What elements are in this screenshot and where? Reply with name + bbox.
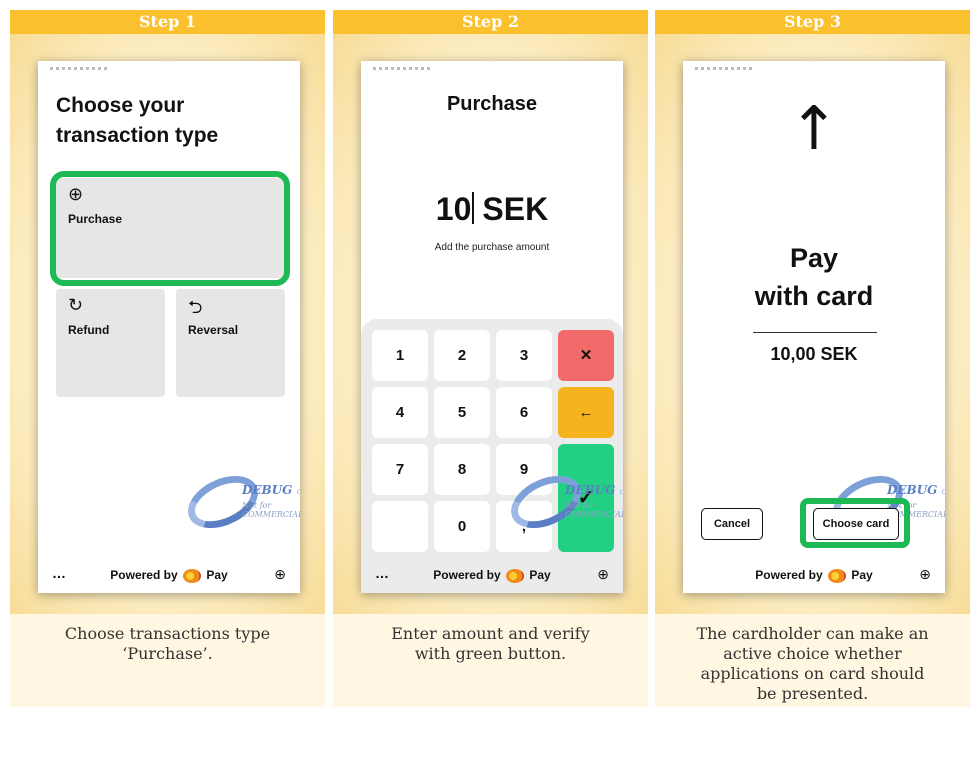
brand-logo-icon: [506, 568, 524, 583]
status-bar: [50, 67, 110, 70]
key-6[interactable]: 6: [496, 387, 552, 438]
brand-name: Pay: [206, 568, 228, 582]
divider: [753, 332, 877, 333]
pay-line-2: with card: [754, 281, 874, 311]
globe-icon[interactable]: ⊕: [919, 566, 931, 583]
tile-reversal[interactable]: ⮌ Reversal: [176, 289, 285, 397]
text-caret: [472, 192, 475, 224]
tile-refund-label: Refund: [68, 323, 110, 337]
caption-line: active choice whether: [723, 644, 902, 663]
key-4[interactable]: 4: [372, 387, 428, 438]
amount-hint: Add the purchase amount: [434, 242, 550, 253]
phone-screen-pay-with-card: ↑ Pay with card 10,00 SEK DEBUG only Not…: [683, 61, 945, 593]
powered-by-text: Powered by: [433, 568, 501, 582]
phone-screen-purchase-amount: Purchase 10 SEK Add the purchase amount 1…: [361, 61, 623, 593]
tile-reversal-label: Reversal: [188, 323, 239, 337]
refresh-icon: ↻: [68, 295, 84, 315]
brand-logo-icon: [828, 568, 846, 583]
page-title: Choose your transaction type: [56, 91, 286, 151]
title-line-2: transaction type: [56, 124, 219, 147]
reversal-icon: ⮌: [188, 297, 203, 317]
amount-value: 10: [435, 191, 472, 227]
clear-key[interactable]: ✕: [558, 330, 614, 381]
key-5[interactable]: 5: [434, 387, 490, 438]
footer: … Powered by Pay ⊕: [38, 559, 300, 593]
globe-icon[interactable]: ⊕: [274, 566, 286, 583]
step-1-column: Step 1 Choose your transaction type ⊕ Pu…: [10, 10, 325, 707]
powered-by-text: Powered by: [110, 568, 178, 582]
caption-line: The cardholder can make an: [696, 624, 929, 643]
backspace-key[interactable]: ←: [558, 387, 614, 438]
step-2-header: Step 2: [333, 10, 648, 34]
tile-refund[interactable]: ↻ Refund: [56, 289, 165, 397]
key-1[interactable]: 1: [372, 330, 428, 381]
brand-logo-icon: [183, 568, 201, 583]
globe-icon[interactable]: ⊕: [597, 566, 609, 583]
phone-screen-transaction-type: Choose your transaction type ⊕ Purchase …: [38, 61, 300, 593]
numeric-keypad: 1 2 3 ✕ 4 5 6 ← 7 8 9 ✓ 0 ,: [361, 319, 623, 559]
powered-by: Powered by Pay: [38, 568, 300, 583]
page-title: Purchase: [446, 93, 538, 115]
watermark-text: DEBUG: [887, 483, 938, 497]
highlight-frame: [50, 171, 290, 286]
step-3-screenshot-area: ↑ Pay with card 10,00 SEK DEBUG only Not…: [655, 34, 970, 614]
watermark-small-text: only: [620, 487, 623, 497]
brand-name: Pay: [851, 568, 873, 582]
watermark-small-text: only: [297, 487, 300, 497]
status-bar: [695, 67, 755, 70]
step-3-column: Step 3 ↑ Pay with card 10,00 SEK DEBUG o…: [655, 10, 970, 707]
caption-line: with green button.: [414, 644, 567, 663]
step-2-column: Step 2 Purchase 10 SEK Add the purchase a…: [333, 10, 648, 707]
caption-line: Enter amount and verify: [391, 624, 590, 643]
powered-by-text: Powered by: [755, 568, 823, 582]
debug-watermark: DEBUG only Not for COMMERCIAL: [179, 465, 300, 539]
watermark-subtext: Not for COMMERCIAL: [565, 501, 623, 519]
payment-amount: 10,00 SEK: [770, 344, 858, 364]
debug-watermark: DEBUG only Not for COMMERCIAL: [502, 465, 623, 539]
footer: Powered by Pay ⊕: [683, 559, 945, 593]
step-1-screenshot-area: Choose your transaction type ⊕ Purchase …: [10, 34, 325, 614]
arrow-up-icon: ↑: [788, 94, 840, 164]
step-2-caption: Enter amount and verify with green butto…: [333, 614, 648, 707]
brand-name: Pay: [529, 568, 551, 582]
key-3[interactable]: 3: [496, 330, 552, 381]
caption-line: Choose transactions type: [64, 624, 271, 643]
currency: SEK: [482, 191, 549, 227]
key-0[interactable]: 0: [434, 501, 490, 552]
caption-line: be presented.: [756, 684, 869, 703]
step-2-screenshot-area: Purchase 10 SEK Add the purchase amount 1…: [333, 34, 648, 614]
status-bar: [373, 67, 433, 70]
watermark-small-text: only: [942, 487, 945, 497]
caption-line: ‘Purchase’.: [122, 644, 213, 663]
caption-line: applications on card should: [700, 664, 925, 683]
powered-by: Powered by Pay: [361, 568, 623, 583]
step-3-caption: The cardholder can make an active choice…: [655, 614, 970, 707]
step-3-header: Step 3: [655, 10, 970, 34]
key-7[interactable]: 7: [372, 444, 428, 495]
title-line-1: Choose your: [56, 94, 185, 117]
key-2[interactable]: 2: [434, 330, 490, 381]
step-1-caption: Choose transactions type ‘Purchase’.: [10, 614, 325, 707]
pay-with-card-title: Pay with card: [683, 239, 945, 315]
watermark-text: DEBUG: [242, 483, 293, 497]
highlight-frame: [800, 498, 910, 548]
amount-display[interactable]: 10 SEK: [361, 191, 623, 228]
step-1-header: Step 1: [10, 10, 325, 34]
powered-by: Powered by Pay: [683, 568, 945, 583]
cancel-button[interactable]: Cancel: [701, 508, 763, 540]
key-8[interactable]: 8: [434, 444, 490, 495]
watermark-subtext: Not for COMMERCIAL: [242, 501, 300, 519]
footer: … Powered by Pay ⊕: [361, 559, 623, 593]
watermark-text: DEBUG: [565, 483, 616, 497]
pay-line-1: Pay: [789, 243, 839, 273]
key-blank: [372, 501, 428, 552]
